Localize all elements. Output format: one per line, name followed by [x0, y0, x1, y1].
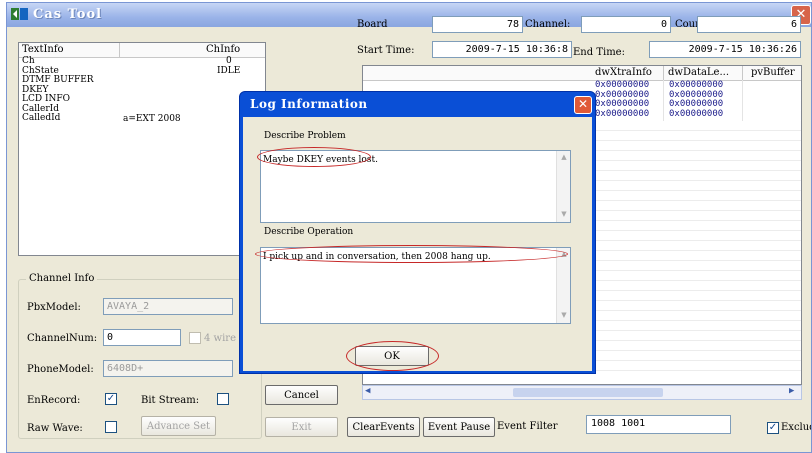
- header-textinfo[interactable]: TextInfo: [22, 44, 64, 55]
- event-filter-label: Event Filter: [497, 421, 558, 432]
- info-value-column: 0 IDLE: [217, 56, 241, 76]
- scroll-left-arrow[interactable]: ◀: [365, 386, 370, 396]
- channel-info-label: Channel Info: [26, 273, 98, 284]
- datalen-column: 0x00000000 0x00000000 0x00000000 0x00000…: [669, 80, 723, 120]
- board-label: Board: [357, 19, 388, 30]
- start-time-label: Start Time:: [357, 45, 415, 56]
- header-divider[interactable]: [663, 66, 664, 80]
- scroll-down-arrow[interactable]: ▼: [557, 210, 571, 218]
- channel-label: Channel:: [525, 19, 571, 30]
- advance-set-button[interactable]: Advance Set: [141, 416, 216, 436]
- event-table-header: dwXtraInfo dwDataLe... pvBuffer: [363, 66, 801, 81]
- en-record-checkbox[interactable]: ✓: [105, 393, 117, 405]
- scroll-up-arrow[interactable]: ▲: [557, 153, 571, 161]
- exclude-checkbox[interactable]: ✓: [767, 422, 779, 434]
- info-label-column: Ch ChState DTMF BUFFER DKEY LCD INFO Cal…: [22, 56, 94, 124]
- end-time-field[interactable]: 2009-7-15 10:36:26: [649, 41, 801, 58]
- bit-stream-label: Bit Stream:: [141, 395, 200, 406]
- header-dwxtrainfo[interactable]: dwXtraInfo: [595, 67, 652, 78]
- raw-wave-checkbox[interactable]: [105, 421, 117, 433]
- en-record-label: EnRecord:: [27, 395, 81, 406]
- header-dwdatalen[interactable]: dwDataLe...: [668, 67, 729, 78]
- table-row[interactable]: 0x00000000: [669, 109, 723, 120]
- dialog-title: Log Information: [250, 97, 368, 111]
- event-pause-button[interactable]: Event Pause: [423, 417, 495, 437]
- event-table-hscrollbar[interactable]: ◀ ▶: [362, 385, 802, 400]
- dialog-close-button[interactable]: ✕: [574, 96, 592, 114]
- text-info-table: TextInfo ChInfo Ch ChState DTMF BUFFER D…: [18, 42, 266, 256]
- end-time-label: End Time:: [573, 47, 625, 58]
- clear-events-button[interactable]: ClearEvents: [347, 417, 420, 437]
- four-wire-checkbox[interactable]: [189, 332, 201, 344]
- scroll-thumb[interactable]: [513, 388, 663, 397]
- channel-num-label: ChannelNum:: [27, 333, 98, 344]
- channel-field[interactable]: 0: [581, 16, 671, 33]
- operation-highlight-ellipse: [255, 245, 568, 263]
- cas-tool-window: Cas Tool ✕ TextInfo ChInfo Ch ChState DT…: [6, 2, 812, 453]
- bit-stream-checkbox[interactable]: [217, 393, 229, 405]
- cancel-button[interactable]: Cancel: [265, 385, 338, 405]
- operation-vscrollbar[interactable]: ▲ ▼: [556, 248, 570, 323]
- phone-model-label: PhoneModel:: [27, 364, 94, 375]
- header-divider[interactable]: [119, 43, 120, 57]
- header-divider[interactable]: [742, 66, 743, 80]
- empty-rows: [595, 121, 801, 371]
- calledid-value: a=EXT 2008: [123, 114, 181, 124]
- log-information-dialog: Log Information ✕ Describe Problem Maybe…: [239, 91, 596, 374]
- describe-operation-label: Describe Operation: [264, 227, 354, 237]
- exit-button[interactable]: Exit: [265, 417, 338, 437]
- phone-model-field[interactable]: 6408D+: [103, 360, 233, 377]
- counts-field[interactable]: 6: [697, 16, 801, 33]
- start-time-field[interactable]: 2009-7-15 10:36:8: [432, 41, 572, 58]
- dialog-body: Describe Problem Maybe DKEY events lost.…: [243, 117, 592, 371]
- ok-highlight-ellipse: [346, 341, 439, 371]
- info-row-label: CalledId: [22, 113, 61, 123]
- header-chinfo[interactable]: ChInfo: [206, 44, 240, 55]
- board-field[interactable]: 78: [432, 16, 523, 33]
- exclude-label: Exclude: [781, 422, 811, 433]
- problem-highlight-ellipse: [257, 147, 371, 167]
- channel-num-field[interactable]: 0: [103, 329, 181, 346]
- problem-vscrollbar[interactable]: ▲ ▼: [556, 151, 570, 222]
- event-filter-input[interactable]: 1008 1001: [586, 415, 731, 434]
- xtrainfo-column: 0x00000000 0x00000000 0x00000000 0x00000…: [595, 80, 649, 120]
- table-row[interactable]: 0x00000000: [595, 109, 649, 120]
- header-pvbuffer[interactable]: pvBuffer: [751, 67, 795, 78]
- raw-wave-label: Raw Wave:: [27, 423, 83, 434]
- info-row-value: IDLE: [217, 65, 241, 76]
- scroll-down-arrow[interactable]: ▼: [557, 311, 571, 319]
- window-title: Cas Tool: [33, 7, 103, 22]
- describe-problem-label: Describe Problem: [264, 131, 346, 141]
- pbx-model-field[interactable]: AVAYA_2: [103, 298, 233, 315]
- scroll-right-arrow[interactable]: ▶: [789, 386, 794, 396]
- app-icon: [11, 8, 28, 20]
- four-wire-label: 4 wire: [204, 333, 236, 344]
- pbx-model-label: PbxModel:: [27, 302, 81, 313]
